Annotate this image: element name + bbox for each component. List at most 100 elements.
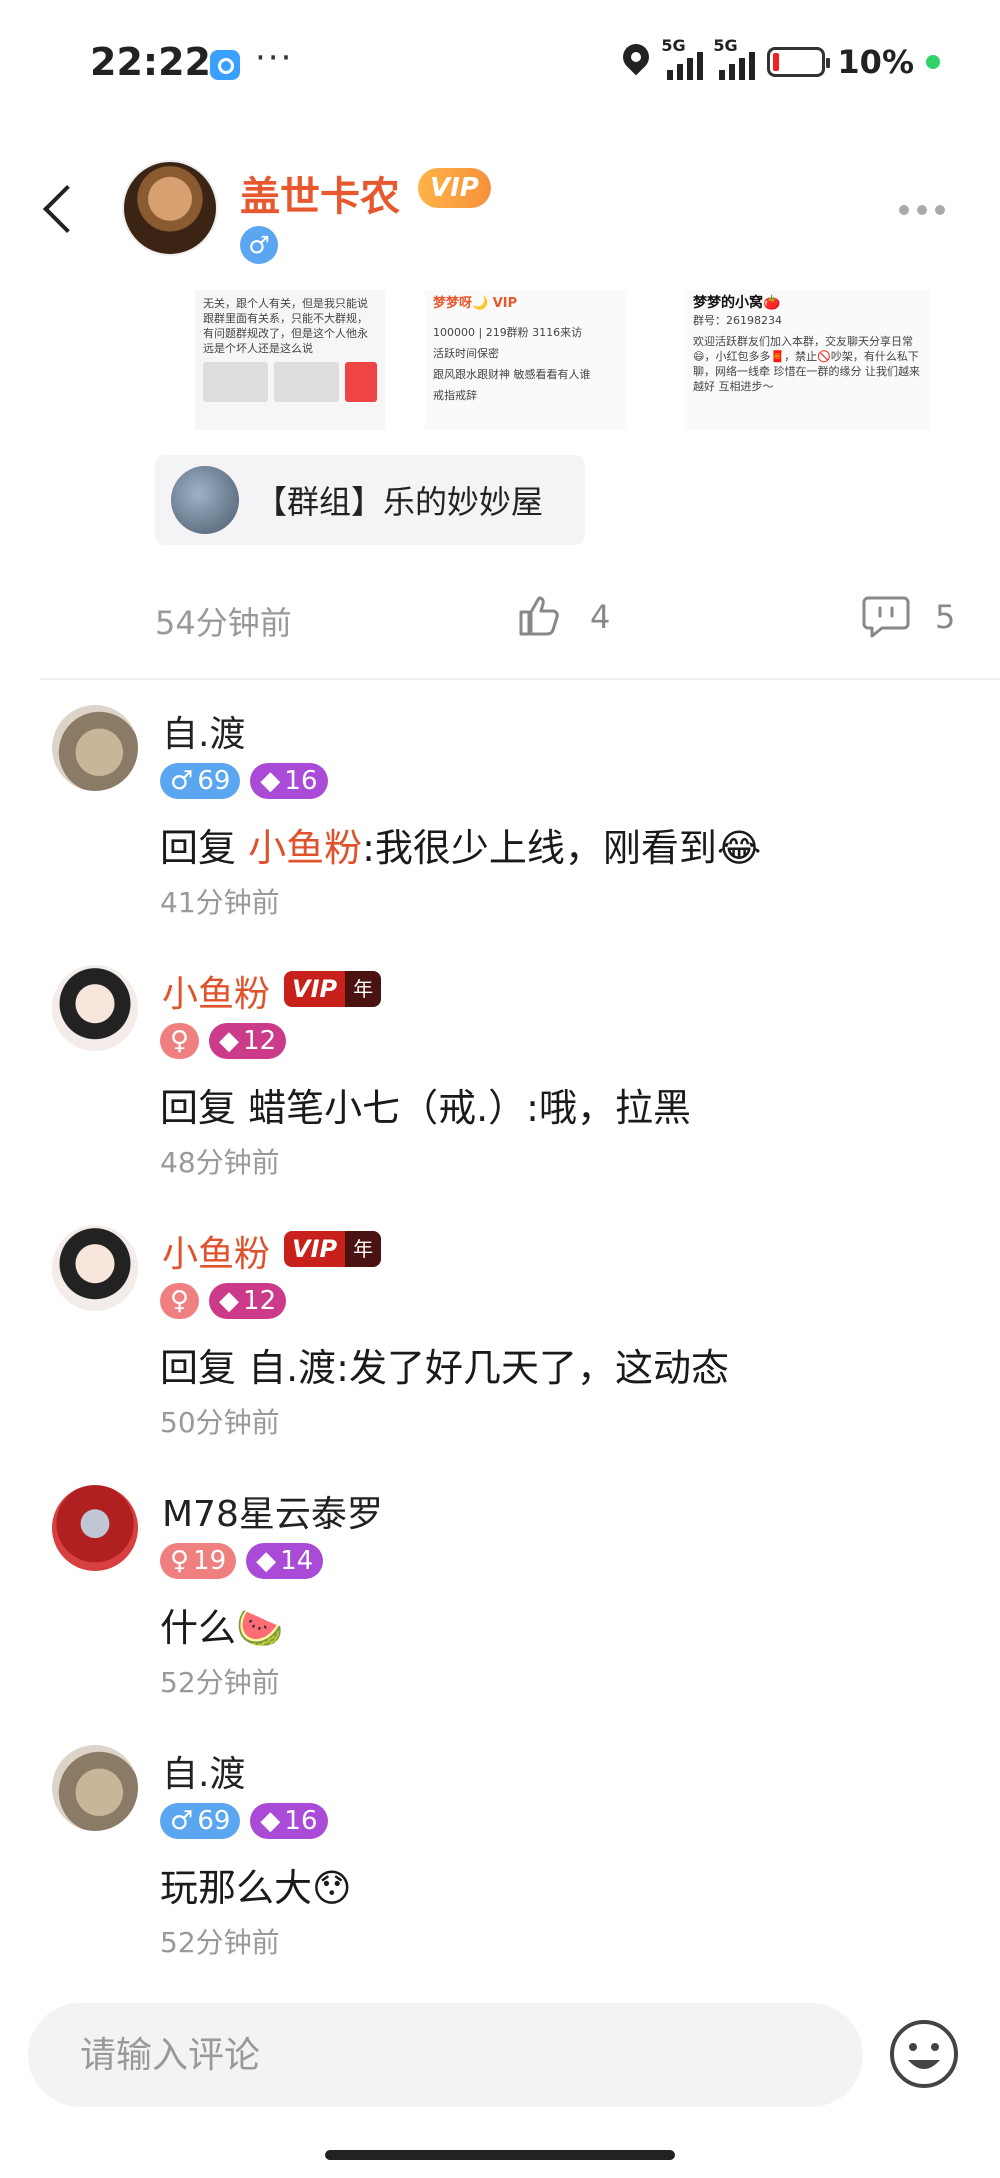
diamond-icon: ◆ [260, 1806, 281, 1836]
level-badge: ◆ 14 [246, 1543, 324, 1579]
commenter-avatar[interactable] [52, 965, 138, 1051]
commenter-badges: ♀ 19 ◆ 14 [160, 1543, 324, 1579]
location-icon [621, 44, 651, 80]
commenter-avatar[interactable] [52, 705, 138, 791]
level-value: 12 [243, 1026, 277, 1056]
comment-item[interactable]: M78星云泰罗 ♀ 19 ◆ 14 什么🍉 52分钟前 [0, 1485, 1000, 1735]
post-image-2-line: 戒指戒辞 [433, 389, 477, 402]
commenter-name[interactable]: M78星云泰罗 [162, 1485, 383, 1537]
comment-item[interactable]: 自.渡 ♂ 69 ◆ 16 回复 小鱼粉:我很少上线，刚看到😂 41分钟前 [0, 705, 1000, 955]
signal-icon-2: 5G [713, 36, 756, 80]
comment-time: 52分钟前 [160, 1666, 280, 1699]
comment-text: 玩那么大😯 [160, 1866, 352, 1910]
comment-item[interactable]: 小鱼粉 VIP 年 ♀ ◆ 12 回复 自.渡:发了好几天了，这动态 50分钟前 [0, 1225, 1000, 1475]
gender-age-badge: ♂ 69 [160, 763, 241, 799]
back-arrow-icon[interactable] [40, 190, 76, 226]
commenter-avatar[interactable] [52, 1225, 138, 1311]
home-indicator[interactable] [325, 2150, 675, 2160]
age-value: 69 [197, 1806, 231, 1836]
reply-prefix: 回复 [160, 1086, 249, 1130]
commenter-name[interactable]: 自.渡 [162, 705, 245, 757]
age-value: 69 [197, 766, 231, 796]
post-image-3-text: 欢迎活跃群友们加入本群，交友聊天分享日常😄，小红包多多🧧，禁止🚫吵架，有什么私下… [693, 335, 920, 393]
comment-text: 什么🍉 [160, 1606, 284, 1650]
group-link-chip[interactable]: 【群组】乐的妙妙屋 [155, 455, 585, 545]
comment-bubble-icon[interactable] [862, 594, 910, 638]
comment-item[interactable]: 自.渡 ♂ 69 ◆ 16 玩那么大😯 52分钟前 [0, 1745, 1000, 1995]
group-link-label: 【群组】乐的妙妙屋 [255, 483, 544, 521]
level-badge: ◆ 16 [250, 1803, 328, 1839]
thumbs-up-icon[interactable] [515, 592, 563, 640]
comment-input[interactable] [28, 2003, 863, 2107]
network-type-1: 5G [661, 36, 686, 55]
commenter-badges: ♀ ◆ 12 [160, 1283, 287, 1319]
author-name[interactable]: 盖世卡农 [240, 164, 400, 222]
status-time: 22:22 [90, 40, 211, 84]
vip-year-badge: VIP 年 [284, 971, 382, 1007]
female-gender-icon: ♀ [170, 1286, 190, 1316]
comment-body: 蜡笔小七（戒.）:哦，拉黑 [248, 1086, 691, 1130]
gender-badge: ♀ [160, 1023, 200, 1059]
app-notification-icon [210, 50, 240, 80]
comment-body: :我很少上线，刚看到😂 [362, 826, 762, 870]
comment-time: 48分钟前 [160, 1146, 280, 1179]
post-image-3-title: 梦梦的小窝🍅 [693, 295, 781, 311]
vip-label: VIP [284, 1231, 346, 1267]
post-image-3-id: 群号：26198234 [693, 314, 782, 327]
commenter-avatar[interactable] [52, 1485, 138, 1571]
male-gender-icon: ♂ [170, 766, 194, 796]
level-value: 12 [243, 1286, 277, 1316]
male-gender-icon: ♂ [240, 226, 278, 264]
comment-input-container [28, 2003, 863, 2107]
more-dots-icon[interactable] [899, 205, 945, 215]
battery-icon [767, 47, 831, 77]
comment-body: 自.渡:发了好几天了，这动态 [248, 1346, 729, 1390]
network-type-2: 5G [713, 36, 738, 55]
age-value: 19 [193, 1546, 227, 1576]
comment-time: 50分钟前 [160, 1406, 280, 1439]
post-image-1[interactable]: 无关，跟个人有关，但是我只能说跟群里面有关系，只能不大群规，有问题群规改了，但是… [195, 290, 385, 430]
comment-time: 52分钟前 [160, 1926, 280, 1959]
post-image-3[interactable]: 梦梦的小窝🍅 群号：26198234 欢迎活跃群友们加入本群，交友聊天分享日常😄… [685, 290, 930, 430]
group-avatar [171, 466, 239, 534]
post-image-2-line: 活跃时间保密 [433, 347, 499, 360]
level-badge: ◆ 12 [209, 1283, 287, 1319]
male-gender-icon: ♂ [170, 1806, 194, 1836]
female-gender-icon: ♀ [170, 1546, 190, 1576]
comment-count: 5 [935, 598, 956, 636]
level-badge: ◆ 16 [250, 763, 328, 799]
vip-year-label: 年 [345, 1231, 382, 1267]
commenter-name[interactable]: 自.渡 [162, 1745, 245, 1797]
comment-text: 回复 蜡笔小七（戒.）:哦，拉黑 [160, 1077, 691, 1132]
commenter-badges: ♀ ◆ 12 [160, 1023, 287, 1059]
vip-year-badge: VIP 年 [284, 1231, 382, 1267]
level-badge: ◆ 12 [209, 1023, 287, 1059]
post-image-2[interactable]: 梦梦呀🌙 VIP 100000 | 219群粉 3116来访 活跃时间保密 跟风… [425, 290, 625, 430]
level-value: 16 [284, 1806, 318, 1836]
commenter-avatar[interactable] [52, 1745, 138, 1831]
gender-age-badge: ♂ 69 [160, 1803, 241, 1839]
status-bar: 22:22 ··· 5G 5G 10% [0, 0, 1000, 130]
diamond-icon: ◆ [219, 1026, 240, 1056]
vip-year-label: 年 [345, 971, 382, 1007]
emoji-smile-icon[interactable] [888, 2018, 960, 2090]
commenter-name[interactable]: 小鱼粉 [162, 965, 270, 1017]
status-more-indicator: ··· [255, 38, 294, 78]
commenter-name[interactable]: 小鱼粉 [162, 1225, 270, 1277]
post-image-2-title: 梦梦呀🌙 VIP [433, 296, 518, 311]
mention-link[interactable]: 小鱼粉 [248, 826, 362, 870]
comment-item[interactable]: 小鱼粉 VIP 年 ♀ ◆ 12 回复 蜡笔小七（戒.）:哦，拉黑 48分钟前 [0, 965, 1000, 1215]
gender-age-badge: ♀ 19 [160, 1543, 237, 1579]
vip-badge: VIP [418, 168, 491, 208]
post-image-2-line: 跟风跟水跟财神 敏感看看有人谁 [433, 368, 591, 381]
like-count: 4 [590, 598, 611, 636]
privacy-indicator-dot [926, 55, 940, 69]
gender-badge: ♀ [160, 1283, 200, 1319]
post-time: 54分钟前 [155, 604, 292, 642]
author-avatar[interactable] [122, 160, 218, 256]
diamond-icon: ◆ [260, 766, 281, 796]
diamond-icon: ◆ [219, 1286, 240, 1316]
reply-prefix: 回复 [160, 826, 249, 870]
post-image-1-text: 无关，跟个人有关，但是我只能说跟群里面有关系，只能不大群规，有问题群规改了，但是… [203, 297, 368, 355]
comment-text: 回复 小鱼粉:我很少上线，刚看到😂 [160, 817, 761, 872]
